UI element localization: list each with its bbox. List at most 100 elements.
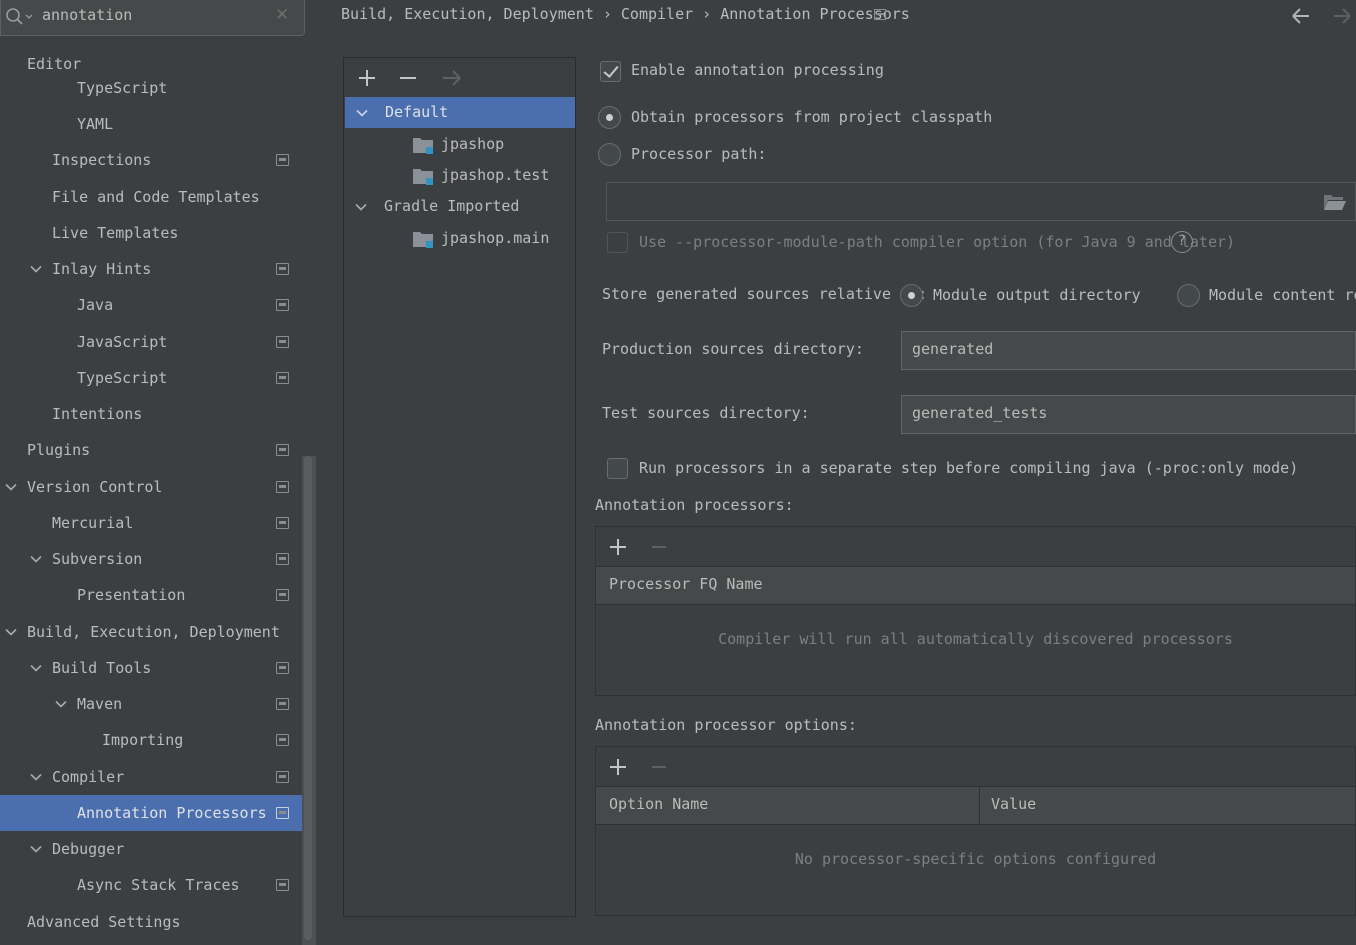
production-sources-label: Production sources directory:: [602, 340, 864, 358]
sidebar-item-presentation[interactable]: Presentation: [0, 577, 300, 613]
test-sources-field[interactable]: generated_tests: [901, 395, 1356, 434]
sidebar-item-compiler[interactable]: Compiler: [0, 759, 300, 795]
project-scope-icon: [276, 444, 289, 456]
breadcrumb-build-execution-deployment[interactable]: Build, Execution, Deployment: [341, 5, 594, 23]
sidebar-item-inlay-hints[interactable]: Inlay Hints: [0, 251, 300, 287]
sidebar-item-label: Build Tools: [52, 659, 152, 677]
sidebar-item-label: Importing: [102, 731, 184, 749]
enable-annotation-processing-checkbox[interactable]: [600, 61, 621, 82]
chevron-down-icon[interactable]: [356, 107, 368, 119]
sidebar-item-label: YAML: [77, 115, 114, 133]
module-output-directory-label[interactable]: Module output directory: [933, 285, 1141, 305]
sidebar-item-subversion[interactable]: Subversion: [0, 541, 300, 577]
obtain-from-classpath-radio[interactable]: [598, 106, 621, 129]
breadcrumb: Build, Execution, Deployment › Compiler › An…: [341, 3, 910, 25]
sidebar-item-javascript[interactable]: JavaScript: [0, 324, 300, 360]
sidebar-item-async-stack-traces[interactable]: Async Stack Traces: [0, 867, 300, 903]
chevron-down-icon[interactable]: [5, 626, 17, 638]
sidebar-item-maven[interactable]: Maven: [0, 686, 300, 722]
profile-module-jpashop[interactable]: jpashop: [344, 129, 575, 160]
sidebar-item-file-code-templates[interactable]: File and Code Templates: [0, 179, 300, 215]
sidebar-item-importing[interactable]: Importing: [0, 722, 300, 758]
module-output-directory-radio[interactable]: [900, 284, 923, 307]
sidebar-item-typescript-editor[interactable]: TypeScript: [0, 70, 300, 106]
add-icon[interactable]: [606, 535, 630, 559]
processor-module-path-checkbox[interactable]: [607, 232, 628, 253]
processor-path-label[interactable]: Processor path:: [631, 144, 766, 164]
chevron-down-icon[interactable]: [5, 481, 17, 493]
enable-annotation-processing-label[interactable]: Enable annotation processing: [631, 60, 884, 80]
project-scope-icon: [276, 299, 289, 311]
remove-icon[interactable]: [396, 66, 420, 90]
processor-path-field[interactable]: [606, 182, 1356, 221]
project-scope-icon: [276, 807, 289, 819]
project-scope-icon: [276, 698, 289, 710]
remove-icon[interactable]: [647, 535, 671, 559]
sidebar-item-build-tools[interactable]: Build Tools: [0, 650, 300, 686]
project-scope-icon: [276, 336, 289, 348]
profile-module-jpashop-main[interactable]: jpashop.main: [344, 223, 575, 254]
breadcrumb-compiler[interactable]: Compiler: [621, 5, 693, 23]
chevron-down-icon[interactable]: [55, 698, 67, 710]
move-to-icon[interactable]: [440, 66, 464, 90]
test-sources-label: Test sources directory:: [602, 404, 810, 422]
help-icon[interactable]: ?: [1171, 231, 1193, 253]
sidebar-item-label: Async Stack Traces: [77, 876, 240, 894]
sidebar-item-yaml[interactable]: YAML: [0, 106, 300, 142]
run-separate-step-label[interactable]: Run processors in a separate step before…: [639, 458, 1298, 478]
add-icon[interactable]: [606, 755, 630, 779]
column-processor-fq-name[interactable]: Processor FQ Name: [609, 575, 763, 593]
sidebar-item-mercurial[interactable]: Mercurial: [0, 505, 300, 541]
sidebar-item-advanced-settings[interactable]: Advanced Settings: [0, 904, 300, 940]
module-folder-icon: [413, 169, 433, 185]
chevron-down-icon[interactable]: [30, 771, 42, 783]
sidebar-item-version-control[interactable]: Version Control: [0, 469, 300, 505]
profile-module-jpashop-test[interactable]: jpashop.test: [344, 160, 575, 191]
sidebar-item-typescript-hints[interactable]: TypeScript: [0, 360, 300, 396]
module-content-root-radio[interactable]: [1177, 284, 1200, 307]
sidebar-item-label: Version Control: [27, 478, 163, 496]
chevron-down-icon[interactable]: [30, 553, 42, 565]
processor-path-radio[interactable]: [598, 143, 621, 166]
run-separate-step-checkbox[interactable]: [607, 458, 628, 479]
empty-state-text: No processor-specific options configured: [794, 850, 1157, 868]
sidebar-item-annotation-processors[interactable]: Annotation Processors: [0, 795, 316, 831]
sidebar-item-plugins[interactable]: Plugins: [0, 432, 300, 468]
sidebar-item-inspections[interactable]: Inspections: [0, 142, 300, 178]
obtain-from-classpath-label[interactable]: Obtain processors from project classpath: [631, 107, 992, 127]
sidebar-item-java[interactable]: Java: [0, 287, 300, 323]
breadcrumb-separator: ›: [702, 5, 712, 23]
column-divider[interactable]: [979, 787, 980, 825]
sidebar-item-intentions[interactable]: Intentions: [0, 396, 300, 432]
chevron-down-icon[interactable]: [30, 263, 42, 275]
sidebar-item-live-templates[interactable]: Live Templates: [0, 215, 300, 251]
production-sources-field[interactable]: generated: [901, 331, 1356, 370]
sidebar-item-label: Plugins: [27, 441, 91, 459]
sidebar-scrollbar-thumb[interactable]: [304, 456, 312, 940]
module-folder-icon: [413, 232, 433, 248]
chevron-down-icon[interactable]: [30, 843, 42, 855]
search-value: annotation: [42, 6, 133, 24]
module-content-root-label[interactable]: Module content roo: [1209, 285, 1356, 305]
folder-open-icon[interactable]: [1323, 193, 1347, 211]
sidebar-item-debugger[interactable]: Debugger: [0, 831, 300, 867]
column-value[interactable]: Value: [991, 795, 1036, 813]
sidebar-item-build-execution-deployment[interactable]: Build, Execution, Deployment: [0, 614, 300, 650]
profile-default[interactable]: Default: [345, 97, 575, 128]
sidebar-item-label: File and Code Templates: [52, 188, 260, 206]
close-icon[interactable]: ✕: [275, 5, 289, 25]
remove-icon[interactable]: [647, 755, 671, 779]
add-icon[interactable]: [355, 66, 379, 90]
processor-options-toolbar: [596, 747, 1355, 786]
profile-gradle-imported[interactable]: Gradle Imported: [344, 191, 575, 222]
processor-module-path-label[interactable]: Use --processor-module-path compiler opt…: [639, 232, 1235, 252]
column-option-name[interactable]: Option Name: [609, 795, 708, 813]
search-input[interactable]: annotation ✕: [0, 0, 305, 36]
sidebar-item-label: Maven: [77, 695, 123, 713]
sidebar-item-label: Inspections: [52, 151, 152, 169]
profile-label: Gradle Imported: [384, 197, 520, 215]
back-arrow-icon[interactable]: [1290, 5, 1312, 27]
chevron-down-icon[interactable]: [355, 201, 367, 213]
chevron-down-icon[interactable]: [30, 662, 42, 674]
forward-arrow-icon[interactable]: [1331, 5, 1353, 27]
